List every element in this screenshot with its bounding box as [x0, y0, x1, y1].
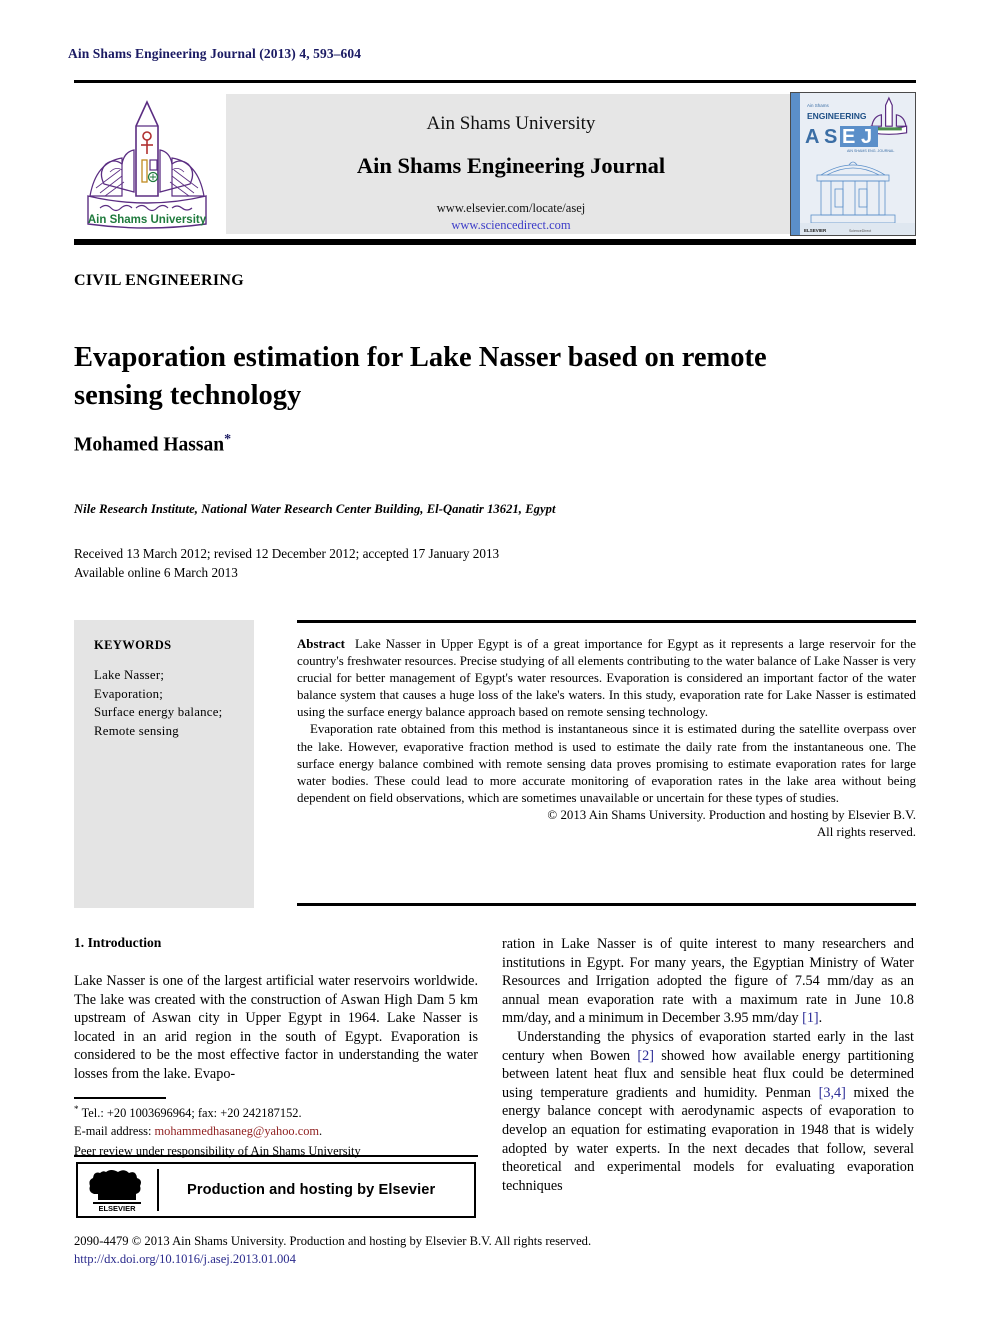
- university-name: Ain Shams University: [426, 113, 596, 134]
- running-head: Ain Shams Engineering Journal (2013) 4, …: [68, 46, 362, 61]
- svg-text:A: A: [805, 126, 819, 148]
- page-title: Evaporation estimation for Lake Nasser b…: [74, 342, 767, 412]
- column-right: ration in Lake Nasser is of quite intere…: [502, 935, 914, 1195]
- keywords-title: KEYWORDS: [94, 638, 172, 652]
- hosting-divider: [157, 1169, 159, 1211]
- abstract-label: Abstract: [297, 637, 345, 651]
- production-hosting-label: Production and hosting by Elsevier: [187, 1182, 436, 1198]
- email-period: .: [319, 1123, 323, 1138]
- email-address-link[interactable]: mohammedhasaneg@yahoo.com: [155, 1124, 320, 1138]
- footer-copyright: 2090-4479 © 2013 Ain Shams University. P…: [74, 1234, 592, 1248]
- journal-banner-center: Ain Shams University Ain Shams Engineeri…: [226, 94, 796, 234]
- author-label: Mohamed Hassan: [74, 434, 225, 456]
- introduction-paragraph-left: Lake Nasser is one of the largest artifi…: [74, 973, 478, 1082]
- footnotes-block: * Tel.: +20 1003696964; fax: +20 2421871…: [74, 1101, 478, 1161]
- received-line: Received 13 March 2012; revised 12 Decem…: [74, 546, 500, 561]
- svg-text:ELSEVIER: ELSEVIER: [98, 1204, 136, 1213]
- right-para2-c: mixed the energy balance concept with ae…: [502, 1084, 915, 1194]
- keywords-list: Lake Nasser; Evaporation; Surface energy…: [94, 668, 223, 738]
- svg-text:J: J: [861, 126, 872, 148]
- abstract-copyright-1: © 2013 Ain Shams University. Production …: [547, 807, 916, 822]
- svg-text:Ain Shams University: Ain Shams University: [88, 214, 207, 226]
- page-footer: 2090-4479 © 2013 Ain Shams University. P…: [74, 1232, 774, 1268]
- journal-cover-thumbnail: Ain Shams ENGINEERING A S E J AIN SHAMS …: [790, 92, 916, 236]
- email-label: E-mail address:: [74, 1123, 155, 1138]
- svg-text:ELSEVIER: ELSEVIER: [804, 228, 827, 233]
- journal-banner: Ain Shams University Ain Shams Universit…: [74, 92, 916, 236]
- introduction-heading: 1. Introduction: [74, 935, 162, 950]
- citation-ref-2[interactable]: [2]: [637, 1048, 654, 1064]
- available-online-line: Available online 6 March 2013: [74, 565, 238, 580]
- footnote-marker: *: [74, 1104, 79, 1114]
- svg-text:S: S: [824, 126, 837, 148]
- citation-ref-1[interactable]: [1]: [802, 1010, 819, 1026]
- footnote-rule-2: [74, 1155, 478, 1157]
- introduction-paragraph-right-2: Understanding the physics of evaporation…: [502, 1028, 914, 1195]
- production-hosting-box: ELSEVIER Production and hosting by Elsev…: [76, 1162, 476, 1218]
- sciencedirect-url[interactable]: www.sciencedirect.com: [226, 218, 796, 233]
- keywords-box: KEYWORDS Lake Nasser; Evaporation; Surfa…: [74, 620, 254, 908]
- footnote-tel: * Tel.: +20 1003696964; fax: +20 2421871…: [74, 1101, 478, 1123]
- right-para1-b: .: [818, 1010, 823, 1027]
- banner-rule-bottom: [74, 239, 916, 245]
- abstract-paragraph-2: Evaporation rate obtained from this meth…: [297, 722, 916, 805]
- svg-text:AIN SHAMS ENG. JOURNAL: AIN SHAMS ENG. JOURNAL: [847, 149, 894, 153]
- elsevier-tree-logo-icon: ELSEVIER: [86, 1167, 148, 1213]
- svg-text:E: E: [842, 126, 855, 148]
- footnote-email: E-mail address: mohammedhasaneg@yahoo.co…: [74, 1123, 478, 1141]
- citation-ref-3[interactable]: [3,4]: [819, 1085, 846, 1101]
- abstract-rule-top: [297, 620, 916, 623]
- abstract-rule-bottom: [297, 903, 916, 906]
- author-name: Mohamed Hassan*: [74, 432, 231, 457]
- column-left: 1. Introduction Lake Nasser is one of th…: [74, 935, 478, 1084]
- svg-text:ScienceDirect: ScienceDirect: [849, 229, 871, 233]
- introduction-paragraph-right-1: ration in Lake Nasser is of quite intere…: [502, 935, 914, 1028]
- svg-text:ENGINEERING: ENGINEERING: [807, 111, 867, 121]
- footnote-tel-text: Tel.: +20 1003696964; fax: +20 242187152…: [81, 1106, 302, 1121]
- journal-name: Ain Shams Engineering Journal: [356, 153, 666, 178]
- abstract-paragraph-1: Abstract Lake Nasser in Upper Egypt is o…: [297, 636, 916, 721]
- article-page: Ain Shams Engineering Journal (2013) 4, …: [0, 0, 992, 1323]
- banner-rule-top: [74, 80, 916, 83]
- peer-review-note: Peer review under responsibility of Ain …: [74, 1144, 361, 1159]
- footer-doi-link[interactable]: http://dx.doi.org/10.1016/j.asej.2013.01…: [74, 1250, 774, 1268]
- affiliation: Nile Research Institute, National Water …: [74, 502, 556, 516]
- article-history: Received 13 March 2012; revised 12 Decem…: [74, 544, 499, 582]
- ain-shams-university-crest-icon: Ain Shams University: [74, 92, 220, 236]
- elsevier-url[interactable]: www.elsevier.com/locate/asej: [226, 201, 796, 216]
- abstract-block: Abstract Lake Nasser in Upper Egypt is o…: [297, 636, 916, 841]
- section-kicker: CIVIL ENGINEERING: [74, 272, 245, 289]
- corresponding-author-marker: *: [224, 432, 232, 447]
- right-para1-a: ration in Lake Nasser is of quite intere…: [502, 936, 914, 1027]
- footnote-rule: [74, 1097, 166, 1099]
- abstract-text-1: Lake Nasser in Upper Egypt is of a great…: [297, 637, 916, 720]
- abstract-copyright-2: All rights reserved.: [816, 825, 916, 840]
- svg-text:Ain Shams: Ain Shams: [807, 103, 830, 108]
